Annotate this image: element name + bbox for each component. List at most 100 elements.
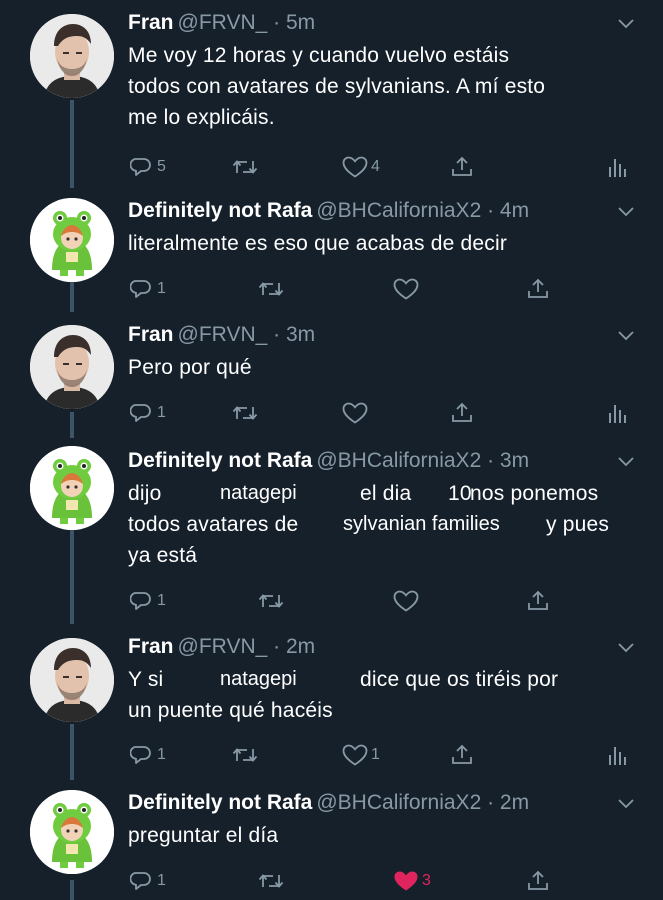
retweet-button[interactable] (232, 152, 261, 182)
tweet-text: preguntar el día (128, 820, 633, 851)
user-handle[interactable]: @FRVN_ (178, 323, 268, 346)
timestamp[interactable]: 3m (286, 323, 315, 346)
chevron-down-icon[interactable] (615, 12, 637, 34)
share-button[interactable] (450, 740, 474, 770)
retweet-icon (258, 277, 284, 301)
text-segment: preguntar el día (128, 824, 279, 847)
mention-text[interactable]: natagepi (220, 664, 297, 695)
reply-count: 1 (157, 746, 166, 763)
retweet-button[interactable] (232, 740, 261, 770)
avatar[interactable] (30, 325, 114, 409)
timestamp[interactable]: 5m (286, 11, 315, 34)
tweet-text-line: todos avatares de sylvanian families y pue… (128, 509, 633, 540)
like-count: 4 (371, 158, 380, 175)
text-segment: dijo (128, 482, 162, 505)
retweet-icon (232, 401, 258, 425)
user-handle[interactable]: @BHCaliforniaX2 (316, 199, 481, 222)
time-separator: · (267, 635, 286, 658)
like-button[interactable] (393, 274, 422, 304)
like-button[interactable] (393, 586, 422, 616)
analytics-button[interactable] (607, 398, 627, 428)
timestamp[interactable]: 2m (500, 791, 529, 814)
display-name[interactable]: Fran (128, 635, 174, 658)
like-button[interactable] (342, 398, 371, 428)
avatar[interactable] (30, 446, 114, 530)
timestamp[interactable]: 3m (500, 449, 529, 472)
retweet-icon (232, 155, 258, 179)
text-segment: todos avatares de (128, 513, 299, 536)
display-name[interactable]: Definitely not Rafa (128, 449, 312, 472)
reply-button[interactable]: 1 (130, 866, 166, 896)
share-button[interactable] (450, 152, 474, 182)
tweet-text-line: literalmente es eso que acabas de decir (128, 228, 633, 259)
retweet-button[interactable] (258, 274, 287, 304)
text-segment: Pero por qué (128, 356, 252, 379)
display-name[interactable]: Definitely not Rafa (128, 199, 312, 222)
reply-count: 1 (157, 592, 166, 609)
retweet-button[interactable] (258, 586, 287, 616)
time-separator: · (481, 791, 500, 814)
reply-button[interactable]: 1 (130, 398, 166, 428)
tweet-text-line: Me voy 12 horas y cuando vuelvo estáis (128, 40, 633, 71)
timestamp[interactable]: 4m (500, 199, 529, 222)
reply-button[interactable]: 1 (130, 274, 166, 304)
user-handle[interactable]: @FRVN_ (178, 11, 268, 34)
tweet-text-line: todos con avatares de sylvanians. A mí e… (128, 71, 633, 102)
like-icon (393, 277, 419, 301)
analytics-button[interactable] (607, 740, 627, 770)
analytics-icon (607, 155, 627, 179)
timestamp[interactable]: 2m (286, 635, 315, 658)
chevron-down-icon[interactable] (615, 636, 637, 658)
text-segment: Me voy 12 horas y cuando vuelvo estáis (128, 44, 510, 67)
reply-icon (130, 277, 154, 301)
like-icon (342, 155, 368, 179)
retweet-button[interactable] (232, 398, 261, 428)
retweet-button[interactable] (258, 866, 287, 896)
user-handle[interactable]: @BHCaliforniaX2 (316, 449, 481, 472)
chevron-down-icon[interactable] (615, 450, 637, 472)
like-icon (393, 589, 419, 613)
avatar[interactable] (30, 14, 114, 98)
retweet-icon (258, 589, 284, 613)
mention-text[interactable]: sylvanian families (343, 509, 500, 540)
share-button[interactable] (526, 586, 550, 616)
tweet-header: Definitely not Rafa @BHCaliforniaX2 · 3m (128, 446, 529, 476)
reply-button[interactable]: 1 (130, 586, 166, 616)
text-segment: literalmente es eso que acabas de decir (128, 232, 508, 255)
like-button[interactable]: 4 (342, 152, 380, 182)
share-icon (526, 589, 550, 613)
tweet-actions: 1 (0, 398, 663, 428)
user-handle[interactable]: @FRVN_ (178, 635, 268, 658)
like-icon (342, 401, 368, 425)
mention-text[interactable]: natagepi (220, 478, 297, 509)
like-button[interactable]: 3 (393, 866, 431, 896)
tweet-actions: 13 (0, 866, 663, 896)
avatar[interactable] (30, 790, 114, 874)
reply-button[interactable]: 1 (130, 740, 166, 770)
tweet-text-line: Pero por qué (128, 352, 633, 383)
display-name[interactable]: Fran (128, 11, 174, 34)
text-segment: ya está (128, 544, 198, 567)
chevron-down-icon[interactable] (615, 200, 637, 222)
share-button[interactable] (526, 866, 550, 896)
text-segment: el dia (360, 482, 412, 505)
reply-button[interactable]: 5 (130, 152, 166, 182)
share-button[interactable] (526, 274, 550, 304)
share-button[interactable] (450, 398, 474, 428)
reply-count: 1 (157, 872, 166, 889)
analytics-button[interactable] (607, 152, 627, 182)
chevron-down-icon[interactable] (615, 324, 637, 346)
avatar[interactable] (30, 638, 114, 722)
tweet-actions: 1 (0, 586, 663, 616)
tweet-text: Y si natagepi dice que os tiréis por un pue… (128, 664, 633, 726)
user-handle[interactable]: @BHCaliforniaX2 (316, 791, 481, 814)
text-segment: Y si (128, 668, 164, 691)
like-button[interactable]: 1 (342, 740, 380, 770)
chevron-down-icon[interactable] (615, 792, 637, 814)
tweet-text-line: preguntar el día (128, 820, 633, 851)
tweet-header: Fran @FRVN_ · 5m (128, 8, 315, 38)
display-name[interactable]: Fran (128, 323, 174, 346)
retweet-icon (232, 743, 258, 767)
avatar[interactable] (30, 198, 114, 282)
display-name[interactable]: Definitely not Rafa (128, 791, 312, 814)
